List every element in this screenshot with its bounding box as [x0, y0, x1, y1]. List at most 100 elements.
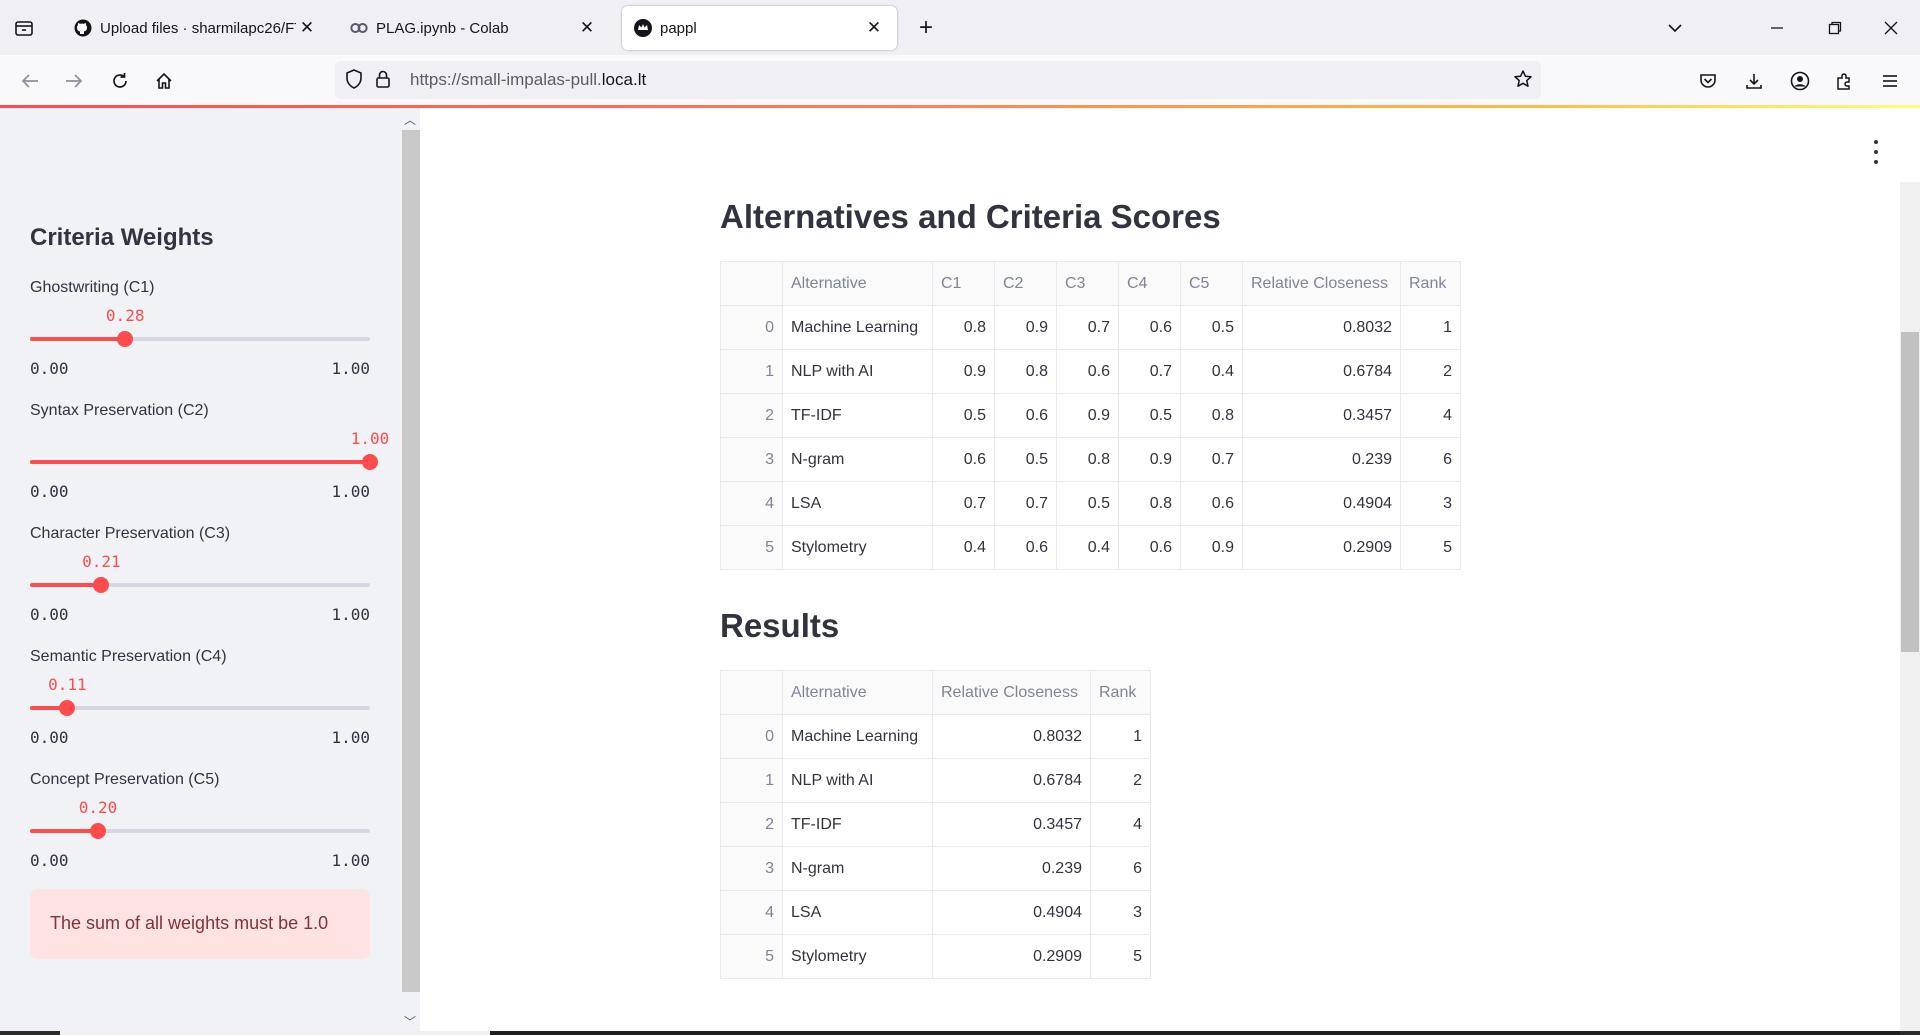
table-row[interactable]: 4 LSA 0.7 0.7 0.5 0.8 0.6 0.4904 3 [720, 481, 1461, 526]
table-row[interactable]: 0 Machine Learning 0.8032 1 [720, 714, 1151, 759]
column-header[interactable]: C5 [1180, 261, 1243, 306]
row-index[interactable]: 3 [720, 437, 783, 482]
forward-icon[interactable] [58, 65, 90, 97]
table-cell[interactable]: 3 [1400, 481, 1461, 526]
slider-c5[interactable]: Concept Preservation (C5) 0.20 0.00 1.00 [30, 771, 370, 870]
table-cell[interactable]: 0.6 [1118, 525, 1181, 570]
back-icon[interactable] [14, 65, 46, 97]
slider-thumb[interactable] [117, 331, 134, 347]
row-index[interactable]: 3 [720, 846, 783, 891]
slider-thumb[interactable] [59, 700, 76, 716]
table-cell[interactable]: 0.6 [932, 437, 995, 482]
table-cell[interactable]: 1 [1400, 305, 1461, 350]
table-cell[interactable]: 0.7 [932, 481, 995, 526]
slider-c1[interactable]: Ghostwriting (C1) 0.28 0.00 1.00 [30, 279, 370, 378]
table-cell[interactable]: Machine Learning [782, 305, 933, 350]
tab-github-upload[interactable]: Upload files · sharmilapc26/FTL ✕ [62, 6, 330, 50]
column-header[interactable]: C2 [994, 261, 1057, 306]
slider-c4[interactable]: Semantic Preservation (C4) 0.11 0.00 1.0… [30, 648, 370, 747]
table-cell[interactable]: 0.7 [1118, 349, 1181, 394]
table-cell[interactable]: 0.6 [1118, 305, 1181, 350]
tab-overflow-chevron-icon[interactable] [1658, 12, 1692, 44]
table-cell[interactable]: 0.2909 [1242, 525, 1401, 570]
table-cell[interactable]: 0.4 [1180, 349, 1243, 394]
table-cell[interactable]: 0.239 [932, 846, 1091, 891]
table-row[interactable]: 4 LSA 0.4904 3 [720, 890, 1151, 935]
slider-track[interactable] [30, 577, 370, 593]
table-cell[interactable]: 0.5 [1118, 393, 1181, 438]
slider-track[interactable] [30, 331, 370, 347]
column-header[interactable]: C1 [932, 261, 995, 306]
tracking-protection-shield-icon[interactable] [345, 69, 363, 94]
table-cell[interactable]: 0.3457 [932, 802, 1091, 847]
restore-icon[interactable] [1818, 12, 1852, 44]
index-header[interactable] [720, 261, 783, 306]
menu-hamburger-icon[interactable] [1874, 65, 1906, 97]
row-index[interactable]: 2 [720, 802, 783, 847]
downloads-icon[interactable] [1738, 65, 1770, 97]
table-cell[interactable]: 0.7 [1180, 437, 1243, 482]
tab-colab[interactable]: PLAG.ipynb - Colab ✕ [338, 6, 610, 50]
table-cell[interactable]: 6 [1400, 437, 1461, 482]
table-cell[interactable]: 0.8032 [1242, 305, 1401, 350]
table-cell[interactable]: 0.9 [1180, 525, 1243, 570]
table-cell[interactable]: 0.6 [994, 393, 1057, 438]
table-cell[interactable]: 0.8032 [932, 714, 1091, 759]
column-header[interactable]: Alternative [782, 261, 933, 306]
column-header[interactable]: Rank [1090, 670, 1151, 715]
table-cell[interactable]: 6 [1090, 846, 1151, 891]
table-cell[interactable]: 0.8 [994, 349, 1057, 394]
home-icon[interactable] [148, 65, 180, 97]
table-row[interactable]: 5 Stylometry 0.2909 5 [720, 934, 1151, 979]
sidebar-scrollbar[interactable]: ︿ ﹀ [400, 108, 420, 1035]
table-cell[interactable]: 0.4 [932, 525, 995, 570]
slider-track[interactable] [30, 454, 378, 470]
table-cell[interactable]: LSA [782, 890, 933, 935]
column-header[interactable]: Rank [1400, 261, 1461, 306]
minimize-icon[interactable] [1760, 12, 1794, 44]
table-cell[interactable]: NLP with AI [782, 758, 933, 803]
new-tab-icon[interactable]: + [912, 14, 940, 42]
table-cell[interactable]: 4 [1400, 393, 1461, 438]
table-cell[interactable]: 5 [1400, 525, 1461, 570]
table-cell[interactable]: 0.4 [1056, 525, 1119, 570]
slider-thumb[interactable] [362, 454, 378, 470]
table-cell[interactable]: 2 [1400, 349, 1461, 394]
table-row[interactable]: 0 Machine Learning 0.8 0.9 0.7 0.6 0.5 0.8032 1 [720, 305, 1461, 350]
row-index[interactable]: 4 [720, 481, 783, 526]
slider-thumb[interactable] [90, 823, 106, 839]
table-cell[interactable]: 2 [1090, 758, 1151, 803]
main-scrollbar[interactable] [1900, 182, 1920, 1035]
table-row[interactable]: 2 TF-IDF 0.3457 4 [720, 802, 1151, 847]
table-cell[interactable]: 0.9 [1056, 393, 1119, 438]
table-cell[interactable]: 0.7 [994, 481, 1057, 526]
table-cell[interactable]: 0.8 [1056, 437, 1119, 482]
close-tab-icon[interactable]: ✕ [863, 17, 885, 39]
table-cell[interactable]: 5 [1090, 934, 1151, 979]
scroll-down-icon[interactable]: ﹀ [403, 1014, 417, 1029]
pocket-icon[interactable] [1692, 65, 1724, 97]
table-cell[interactable]: 3 [1090, 890, 1151, 935]
index-header[interactable] [720, 670, 783, 715]
scrollbar-thumb[interactable] [1901, 332, 1919, 652]
table-row[interactable]: 3 N-gram 0.6 0.5 0.8 0.9 0.7 0.239 6 [720, 437, 1461, 482]
table-cell[interactable]: 0.8 [1180, 393, 1243, 438]
table-row[interactable]: 2 TF-IDF 0.5 0.6 0.9 0.5 0.8 0.3457 4 [720, 393, 1461, 438]
table-cell[interactable]: 0.8 [932, 305, 995, 350]
table-cell[interactable]: 0.2909 [932, 934, 1091, 979]
table-cell[interactable]: 0.4904 [1242, 481, 1401, 526]
column-header[interactable]: C3 [1056, 261, 1119, 306]
column-header[interactable]: Relative Closeness [932, 670, 1091, 715]
table-cell[interactable]: 0.3457 [1242, 393, 1401, 438]
table-cell[interactable]: 0.239 [1242, 437, 1401, 482]
table-cell[interactable]: 0.6784 [1242, 349, 1401, 394]
close-tab-icon[interactable]: ✕ [296, 17, 318, 39]
address-bar[interactable]: https://small-impalas-pull.loca.lt [335, 61, 1541, 99]
row-index[interactable]: 1 [720, 349, 783, 394]
scroll-up-icon[interactable]: ︿ [403, 112, 417, 127]
table-cell[interactable]: NLP with AI [782, 349, 933, 394]
slider-thumb[interactable] [93, 577, 110, 593]
list-all-tabs-icon[interactable] [8, 12, 40, 44]
row-index[interactable]: 0 [720, 305, 783, 350]
table-cell[interactable]: 0.9 [994, 305, 1057, 350]
